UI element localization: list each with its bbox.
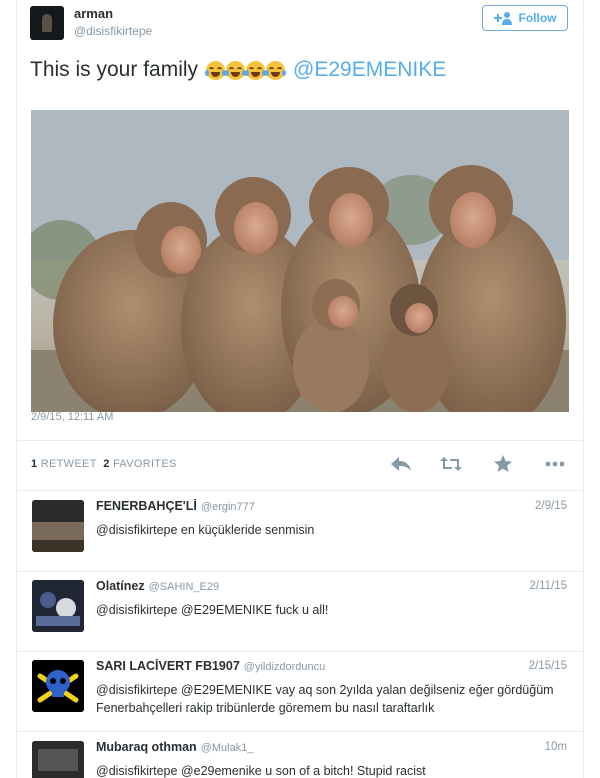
- author-handle[interactable]: @disisfikirtepe: [74, 24, 152, 38]
- reply-time[interactable]: 2/11/15: [529, 580, 567, 592]
- mention-link[interactable]: @E29EMENIKE: [293, 58, 446, 82]
- reply-author-handle: @yildizdorduncu: [243, 661, 326, 673]
- reply-time[interactable]: 10m: [545, 741, 567, 753]
- tears-of-joy-emoji-icon: [205, 60, 227, 80]
- reply-author[interactable]: FENERBAHÇE'Lİ @ergin777: [96, 499, 255, 513]
- reply-text: @disisfikirtepe en küçükleride senmisin: [96, 523, 315, 537]
- reply-avatar[interactable]: [32, 660, 84, 712]
- tears-of-joy-emoji-icon: [225, 60, 247, 80]
- skull-crossbones-icon: [32, 660, 84, 712]
- reply-author-handle: @SAHIN_E29: [148, 581, 220, 593]
- tears-of-joy-emoji-icon: [265, 60, 287, 80]
- favorite-button[interactable]: [490, 452, 516, 476]
- follow-button[interactable]: Follow: [482, 5, 568, 31]
- retweet-label[interactable]: RETWEET: [41, 458, 97, 470]
- reply-time[interactable]: 2/9/15: [535, 500, 567, 512]
- tweet-body: This is your family: [30, 58, 199, 81]
- reply-author-name: Mubaraq othman: [96, 740, 197, 754]
- more-dots-icon: [545, 461, 565, 467]
- reply-text: @disisfikirtepe @e29emenike u son of a b…: [96, 764, 426, 778]
- reply-item[interactable]: FENERBAHÇE'Lİ @ergin777 2/9/15 @disisfiki…: [16, 492, 584, 572]
- monkey-family-image: [31, 110, 569, 412]
- more-button[interactable]: [542, 452, 568, 476]
- reply-author[interactable]: Mubaraq othman @Mulak1_: [96, 740, 253, 754]
- reply-text: @disisfikirtepe @E29EMENIKE fuck u all!: [96, 603, 329, 617]
- divider: [16, 490, 584, 491]
- reply-item[interactable]: Mubaraq othman @Mulak1_ 10m @disisfikirte…: [16, 733, 584, 778]
- reply-author[interactable]: SARI LACİVERT FB1907 @yildizdorduncu: [96, 659, 325, 673]
- reply-text: @disisfikirtepe @E29EMENIKE vay aq son 2…: [96, 683, 554, 715]
- tears-of-joy-emoji-icon: [245, 60, 267, 80]
- reply-author-name: FENERBAHÇE'Lİ: [96, 499, 197, 513]
- retweet-count[interactable]: 1: [31, 458, 37, 470]
- reply-time[interactable]: 2/15/15: [529, 660, 567, 672]
- favorite-star-icon: [494, 455, 512, 472]
- reply-author-name: Olatínez: [96, 579, 145, 593]
- reply-avatar[interactable]: [32, 580, 84, 632]
- reply-author-handle: @ergin777: [200, 501, 255, 513]
- reply-author-handle: @Mulak1_: [200, 742, 254, 754]
- reply-item[interactable]: Olatínez @SAHIN_E29 2/11/15 @disisfikirte…: [16, 572, 584, 652]
- tweet-photo[interactable]: [31, 110, 569, 412]
- emoji-group: [205, 60, 287, 80]
- reply-icon: [391, 457, 411, 471]
- add-user-icon: [493, 12, 512, 25]
- author-name[interactable]: arman: [74, 6, 113, 21]
- reply-avatar[interactable]: [32, 741, 84, 778]
- tweet-text: This is your family @E29EMENIKE: [30, 58, 446, 82]
- divider: [16, 440, 584, 441]
- retweet-icon: [440, 457, 462, 471]
- follow-label: Follow: [518, 11, 557, 25]
- reply-author-name: SARI LACİVERT FB1907: [96, 659, 240, 673]
- favorite-label[interactable]: FAVORITES: [113, 458, 177, 470]
- reply-item[interactable]: SARI LACİVERT FB1907 @yildizdorduncu 2/15…: [16, 652, 584, 732]
- reply-button[interactable]: [388, 452, 414, 476]
- favorite-count[interactable]: 2: [103, 458, 109, 470]
- retweet-button[interactable]: [438, 452, 464, 476]
- reply-avatar[interactable]: [32, 500, 84, 552]
- tweet-stats: 1 RETWEET 2 FAVORITES: [31, 458, 177, 470]
- author-avatar[interactable]: [30, 6, 64, 40]
- tweet-timestamp[interactable]: 2/9/15, 12:11 AM: [31, 411, 113, 423]
- reply-author[interactable]: Olatínez @SAHIN_E29: [96, 579, 219, 593]
